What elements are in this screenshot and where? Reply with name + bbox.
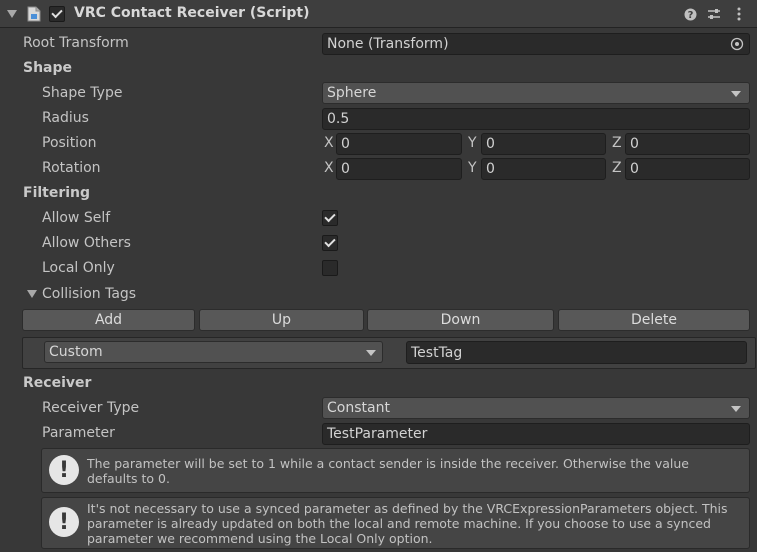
local-only-label: Local Only bbox=[42, 260, 115, 276]
check-icon bbox=[324, 210, 336, 223]
allow-self-label: Allow Self bbox=[42, 210, 111, 226]
presets-icon[interactable] bbox=[706, 6, 722, 22]
allow-self-checkbox[interactable] bbox=[322, 210, 338, 226]
position-x-value: 0 bbox=[341, 136, 350, 152]
parameter-input[interactable]: TestParameter bbox=[322, 423, 750, 445]
tag-value-input[interactable]: TestTag bbox=[406, 341, 747, 364]
rotation-z-input[interactable]: 0 bbox=[625, 158, 750, 180]
receiver-section-header: Receiver bbox=[23, 375, 92, 391]
root-transform-field[interactable]: None (Transform) bbox=[322, 33, 750, 55]
rotation-label: Rotation bbox=[42, 160, 101, 176]
component-enabled-checkbox[interactable] bbox=[49, 6, 65, 22]
shape-section-header: Shape bbox=[23, 60, 73, 76]
receiver-type-label: Receiver Type bbox=[42, 400, 140, 416]
add-button[interactable]: Add bbox=[22, 309, 195, 331]
rotation-z-value: 0 bbox=[630, 161, 639, 177]
local-only-checkbox[interactable] bbox=[322, 260, 338, 276]
rotation-x-input[interactable]: 0 bbox=[336, 158, 462, 180]
up-button[interactable]: Up bbox=[199, 309, 364, 331]
position-z-label: Z bbox=[612, 135, 622, 151]
object-picker-icon[interactable] bbox=[730, 37, 744, 51]
rotation-y-label: Y bbox=[468, 160, 477, 176]
tag-value-text: TestTag bbox=[411, 344, 463, 361]
parameter-label: Parameter bbox=[42, 425, 115, 441]
position-y-label: Y bbox=[468, 135, 477, 151]
more-options-icon[interactable] bbox=[731, 6, 747, 22]
allow-others-checkbox[interactable] bbox=[322, 235, 338, 251]
component-title: VRC Contact Receiver (Script) bbox=[74, 5, 310, 21]
check-icon bbox=[51, 6, 63, 19]
receiver-type-value: Constant bbox=[327, 400, 390, 416]
chevron-down-icon bbox=[366, 350, 376, 356]
radius-value: 0.5 bbox=[327, 111, 350, 127]
radius-label: Radius bbox=[42, 110, 89, 126]
radius-input[interactable]: 0.5 bbox=[322, 108, 750, 130]
position-y-input[interactable]: 0 bbox=[481, 133, 606, 155]
warning-icon: ! bbox=[49, 507, 79, 537]
position-label: Position bbox=[42, 135, 97, 151]
position-x-label: X bbox=[324, 135, 334, 151]
help-text-2: It's not necessary to use a synced param… bbox=[87, 501, 728, 546]
rotation-x-value: 0 bbox=[341, 161, 350, 177]
tag-type-dropdown[interactable]: Custom bbox=[44, 341, 383, 363]
root-transform-label: Root Transform bbox=[23, 35, 129, 51]
script-icon bbox=[27, 6, 41, 22]
rotation-x-label: X bbox=[324, 160, 334, 176]
position-z-value: 0 bbox=[630, 136, 639, 152]
allow-others-label: Allow Others bbox=[42, 235, 131, 251]
receiver-type-dropdown[interactable]: Constant bbox=[322, 397, 750, 419]
filtering-section-header: Filtering bbox=[23, 185, 91, 201]
foldout-arrow-icon[interactable] bbox=[7, 10, 17, 18]
rotation-y-input[interactable]: 0 bbox=[481, 158, 606, 180]
position-z-input[interactable]: 0 bbox=[625, 133, 750, 155]
warning-icon: ! bbox=[49, 455, 79, 485]
position-x-input[interactable]: 0 bbox=[336, 133, 462, 155]
parameter-value: TestParameter bbox=[327, 426, 428, 442]
root-transform-value: None (Transform) bbox=[327, 36, 449, 52]
shape-type-label: Shape Type bbox=[42, 85, 123, 101]
rotation-z-label: Z bbox=[612, 160, 622, 176]
help-icon[interactable]: ? bbox=[682, 6, 698, 22]
position-y-value: 0 bbox=[486, 136, 495, 152]
shape-type-value: Sphere bbox=[327, 85, 377, 101]
chevron-down-icon bbox=[731, 91, 741, 97]
delete-button[interactable]: Delete bbox=[558, 309, 750, 331]
shape-type-dropdown[interactable]: Sphere bbox=[322, 82, 750, 104]
svg-text:?: ? bbox=[687, 10, 693, 21]
tag-type-value: Custom bbox=[49, 344, 103, 360]
collision-tags-foldout-icon[interactable] bbox=[27, 290, 37, 298]
help-text-1: The parameter will be set to 1 while a c… bbox=[87, 456, 689, 486]
rotation-y-value: 0 bbox=[486, 161, 495, 177]
check-icon bbox=[324, 235, 336, 248]
down-button[interactable]: Down bbox=[367, 309, 554, 331]
chevron-down-icon bbox=[731, 406, 741, 412]
collision-tags-label[interactable]: Collision Tags bbox=[42, 286, 136, 302]
